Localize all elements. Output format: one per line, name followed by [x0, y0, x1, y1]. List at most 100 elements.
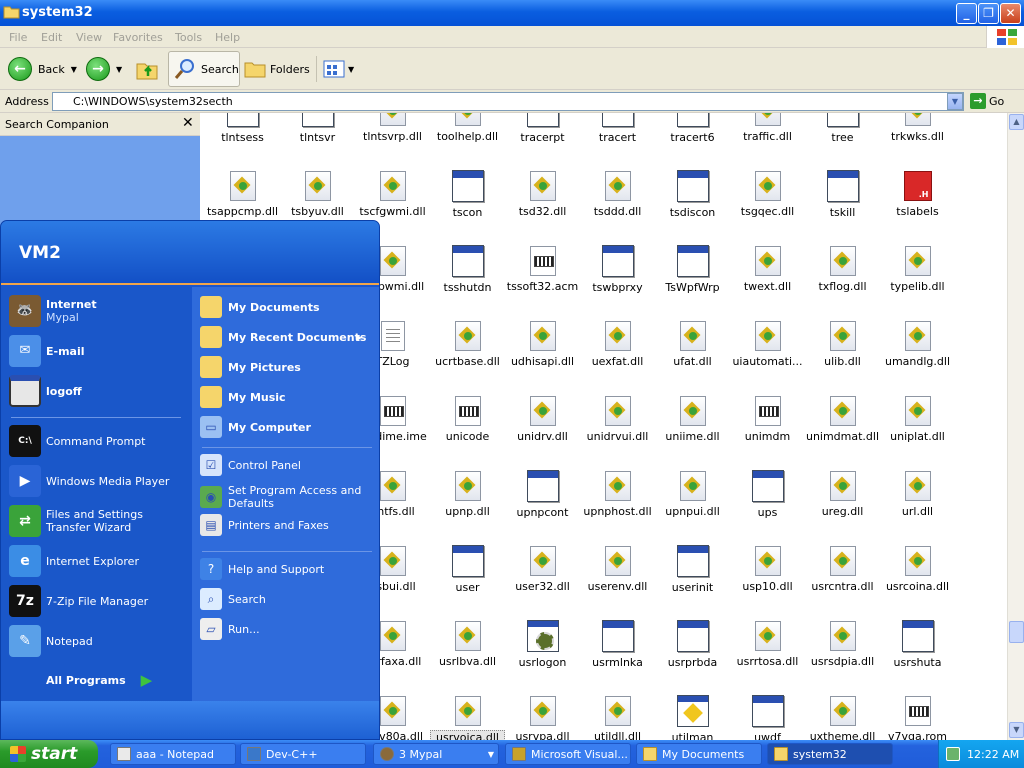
file-item[interactable]: tracerpt: [505, 113, 580, 144]
start-set-program-access-and-defaults[interactable]: ◉ Set Program Access and Defaults: [200, 484, 368, 510]
file-item[interactable]: usrsdpia.dll: [805, 620, 880, 668]
file-item[interactable]: usp10.dll: [730, 545, 805, 593]
start-recent-notepad[interactable]: ✎ Notepad: [9, 625, 186, 657]
file-item[interactable]: uxtheme.dll: [805, 695, 880, 740]
file-item[interactable]: uniplat.dll: [880, 395, 955, 443]
file-item[interactable]: uwdf: [730, 695, 805, 740]
views-dropdown-icon[interactable]: ▼: [348, 65, 354, 74]
up-folder-button[interactable]: [135, 51, 159, 87]
all-programs-button[interactable]: All Programs ▶: [46, 671, 152, 689]
file-item[interactable]: usrshuta: [880, 620, 955, 669]
file-item[interactable]: tsddd.dll: [580, 170, 655, 218]
back-dropdown-icon[interactable]: ▼: [71, 65, 77, 74]
file-item[interactable]: utildll.dll: [580, 695, 655, 740]
file-item[interactable]: tsdiscon: [655, 170, 730, 219]
file-item[interactable]: tracert6: [655, 113, 730, 144]
forward-dropdown-icon[interactable]: ▼: [116, 65, 122, 74]
file-item[interactable]: ucrtbase.dll: [430, 320, 505, 368]
vertical-scrollbar[interactable]: ▲ ▼: [1007, 113, 1024, 740]
taskbar-devcpp[interactable]: Dev-C++: [240, 743, 366, 765]
file-item[interactable]: usrcntra.dll: [805, 545, 880, 593]
file-item[interactable]: tlntsess: [205, 113, 280, 144]
start-control-panel[interactable]: ☑ Control Panel: [200, 454, 368, 476]
file-item[interactable]: unimdmat.dll: [805, 395, 880, 443]
file-item[interactable]: upnphost.dll: [580, 470, 655, 518]
start-run-[interactable]: ▱ Run...: [200, 618, 368, 640]
menu-file[interactable]: File: [9, 31, 27, 44]
taskbar-my-documents[interactable]: My Documents: [636, 743, 762, 765]
file-item[interactable]: uexfat.dll: [580, 320, 655, 368]
file-item[interactable]: v7vga.rom: [880, 695, 955, 740]
file-item[interactable]: tssoft32.acm: [505, 245, 580, 293]
taskbar-mypal[interactable]: 3 Mypal ▼: [373, 743, 499, 765]
title-bar[interactable]: system32 _ ❐ ✕: [0, 0, 1024, 26]
close-button[interactable]: ✕: [1000, 3, 1021, 24]
file-item[interactable]: umandlg.dll: [880, 320, 955, 368]
file-item[interactable]: tskill: [805, 170, 880, 219]
start-my-pictures[interactable]: My Pictures: [200, 356, 368, 378]
back-button[interactable]: ← Back ▼: [8, 51, 77, 87]
start-my-documents[interactable]: My Documents: [200, 296, 368, 318]
file-item[interactable]: userenv.dll: [580, 545, 655, 593]
file-item[interactable]: usrvpa.dll: [505, 695, 580, 740]
start-help-and-support[interactable]: ? Help and Support: [200, 558, 368, 580]
file-item[interactable]: TsWpfWrp: [655, 245, 730, 294]
start-search[interactable]: ⌕ Search: [200, 588, 368, 610]
file-item[interactable]: usrlbva.dll: [430, 620, 505, 668]
file-item[interactable]: ups: [730, 470, 805, 519]
file-item[interactable]: utilman: [655, 695, 730, 740]
menu-tools[interactable]: Tools: [175, 31, 202, 44]
address-dropdown-icon[interactable]: ▼: [947, 93, 963, 110]
file-item[interactable]: tsappcmp.dll: [205, 170, 280, 218]
scroll-thumb[interactable]: [1009, 621, 1024, 643]
file-item[interactable]: unimdm: [730, 395, 805, 443]
file-item[interactable]: ureg.dll: [805, 470, 880, 518]
file-item[interactable]: tsshutdn: [430, 245, 505, 294]
file-item[interactable]: trkwks.dll: [880, 113, 955, 143]
start-recent-internet-explorer[interactable]: e Internet Explorer: [9, 545, 186, 577]
start-my-music[interactable]: My Music: [200, 386, 368, 408]
start-button[interactable]: start: [0, 740, 98, 768]
menu-edit[interactable]: Edit: [41, 31, 62, 44]
scroll-up-icon[interactable]: ▲: [1009, 114, 1024, 130]
file-item[interactable]: uiautomati...: [730, 320, 805, 368]
file-item[interactable]: tsd32.dll: [505, 170, 580, 218]
file-item[interactable]: usrprbda: [655, 620, 730, 669]
folders-button[interactable]: Folders: [244, 51, 310, 87]
file-item[interactable]: upnpcont: [505, 470, 580, 519]
file-item[interactable]: tracert: [580, 113, 655, 144]
views-button[interactable]: ▼: [323, 51, 354, 87]
file-item[interactable]: tslabels: [880, 170, 955, 218]
file-item[interactable]: upnpui.dll: [655, 470, 730, 518]
taskbar-visual-studio[interactable]: Microsoft Visual...: [505, 743, 631, 765]
start-pinned-e-mail[interactable]: ✉ E-mail: [9, 335, 85, 367]
file-item[interactable]: typelib.dll: [880, 245, 955, 293]
start-recent-files-and-settings-transfer-wizard[interactable]: ⇄ Files and Settings Transfer Wizard: [9, 505, 186, 537]
maximize-button[interactable]: ❐: [978, 3, 999, 24]
file-item[interactable]: tlntsvrp.dll: [355, 113, 430, 143]
start-my-computer[interactable]: ▭ My Computer: [200, 416, 368, 438]
file-item[interactable]: unicode: [430, 395, 505, 443]
go-button[interactable]: → Go: [970, 93, 1004, 109]
file-item[interactable]: url.dll: [880, 470, 955, 518]
file-item[interactable]: usrcoina.dll: [880, 545, 955, 593]
file-item[interactable]: user: [430, 545, 505, 594]
start-pinned-internet[interactable]: 🦝 Internet Mypal: [9, 295, 97, 327]
file-item[interactable]: ufat.dll: [655, 320, 730, 368]
file-item[interactable]: usrvoica.dll: [430, 695, 505, 740]
scroll-down-icon[interactable]: ▼: [1009, 722, 1024, 738]
minimize-button[interactable]: _: [956, 3, 977, 24]
start-recent-windows-media-player[interactable]: ▶ Windows Media Player: [9, 465, 186, 497]
network-icon[interactable]: [946, 747, 960, 761]
file-item[interactable]: tswbprxy: [580, 245, 655, 294]
menu-favorites[interactable]: Favorites: [113, 31, 163, 44]
clock[interactable]: 12:22 AM: [967, 748, 1019, 761]
start-my-recent-documents[interactable]: My Recent Documents ▸: [200, 326, 366, 348]
menu-view[interactable]: View: [76, 31, 102, 44]
file-item[interactable]: tree: [805, 113, 880, 144]
search-button[interactable]: Search: [168, 51, 240, 87]
taskbar-notepad[interactable]: aaa - Notepad: [110, 743, 236, 765]
file-item[interactable]: udhisapi.dll: [505, 320, 580, 368]
file-item[interactable]: unidrvui.dll: [580, 395, 655, 443]
close-panel-icon[interactable]: ✕: [182, 115, 194, 131]
